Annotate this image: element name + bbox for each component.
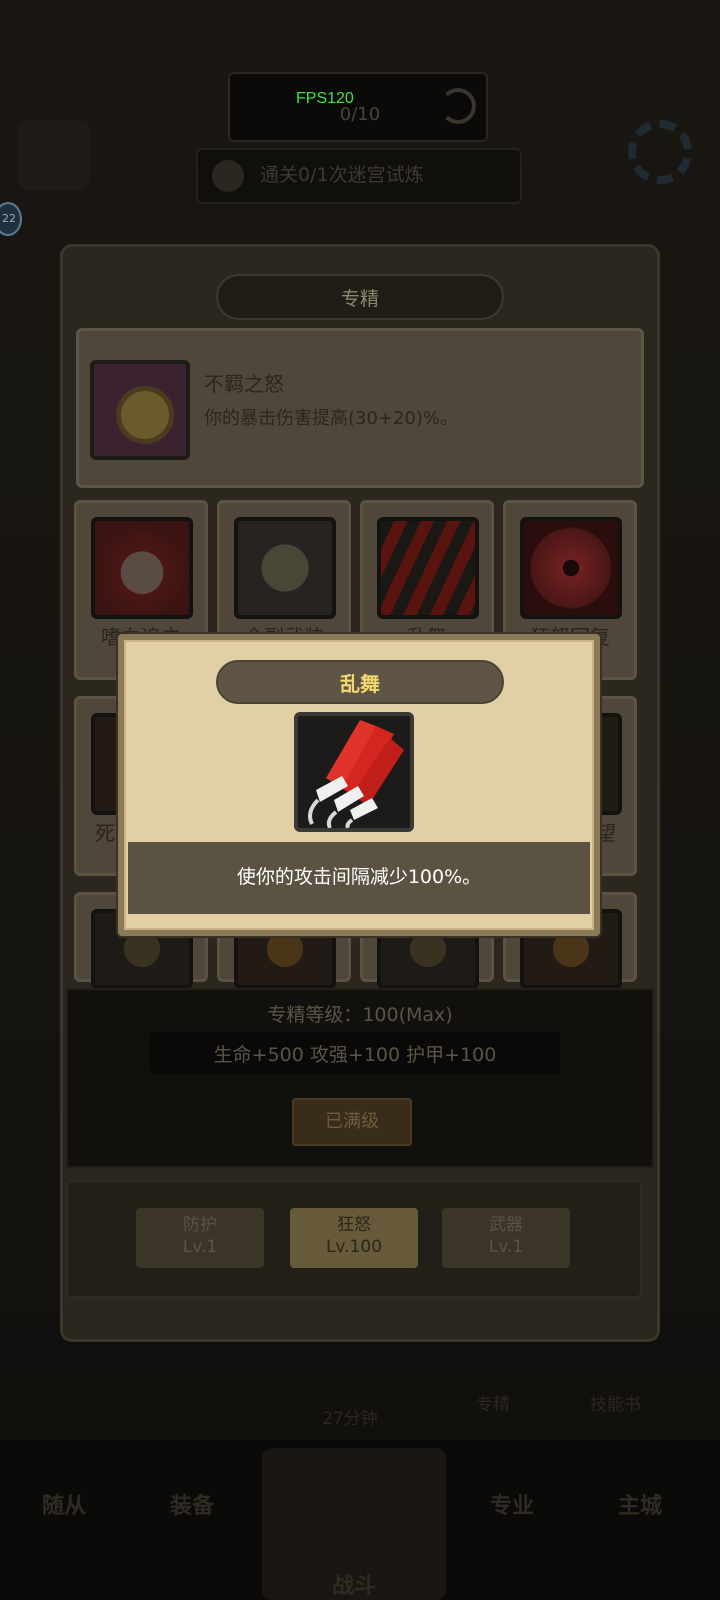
max-level-button[interactable]: 已满级 — [292, 1098, 412, 1146]
quest-counter: 0/10 — [339, 104, 381, 125]
specialty-shortcut[interactable]: 专精 — [476, 1390, 510, 1415]
tab-name: 防护 — [183, 1215, 217, 1235]
helmet-icon — [234, 517, 336, 619]
tab-weapon[interactable]: 武器 Lv.1 — [442, 1208, 570, 1268]
skill-book-shortcut[interactable]: 技能书 — [590, 1390, 641, 1415]
game-screen: FPS120 0/10 通关0/1次迷宫试炼 22 专精 不羁之怒 你的暴击伤害… — [0, 0, 720, 1600]
tab-defense[interactable]: 防护 Lv.1 — [136, 1208, 264, 1268]
panel-title: 专精 — [340, 288, 379, 310]
nav-profession[interactable]: 专业 — [490, 1488, 534, 1520]
nav-battle-label: 战斗 — [331, 1574, 376, 1599]
refresh-icon — [440, 88, 476, 124]
spiral-icon — [90, 360, 190, 460]
claw-icon-art — [308, 720, 404, 828]
popup-description: 使你的攻击间隔减少100%。 — [236, 866, 482, 888]
tab-level: Lv.1 — [182, 1237, 218, 1257]
trial-task-text: 通关0/1次迷宫试炼 — [260, 164, 424, 186]
settings-gear-icon — [628, 120, 692, 184]
popup-title: 乱舞 — [340, 672, 380, 696]
shop-icon — [18, 120, 90, 190]
task-icon — [212, 160, 244, 192]
claw-icon — [294, 712, 414, 832]
idle-time: 27分钟 — [322, 1409, 378, 1429]
bonus-stats: 生命+500 攻强+100 护甲+100 — [213, 1044, 497, 1066]
tab-name: 武器 — [489, 1215, 523, 1235]
fist-icon — [91, 517, 193, 619]
selected-skill-desc: 你的暴击伤害提高(30+20)%。 — [204, 408, 459, 429]
nav-followers[interactable]: 随从 — [42, 1488, 86, 1520]
tab-fury[interactable]: 狂怒 Lv.100 — [290, 1208, 418, 1268]
level-badge: 22 — [0, 202, 22, 236]
claw-icon — [377, 517, 479, 619]
eye-icon — [520, 517, 622, 619]
specialization-level: 专精等级：100(Max) — [267, 1004, 453, 1026]
tab-level: Lv.100 — [325, 1237, 383, 1257]
tab-name: 狂怒 — [337, 1215, 371, 1235]
nav-equipment[interactable]: 装备 — [170, 1488, 214, 1520]
nav-main-city[interactable]: 主城 — [618, 1488, 662, 1520]
selected-skill-name: 不羁之怒 — [204, 372, 284, 396]
tab-level: Lv.1 — [488, 1237, 524, 1257]
